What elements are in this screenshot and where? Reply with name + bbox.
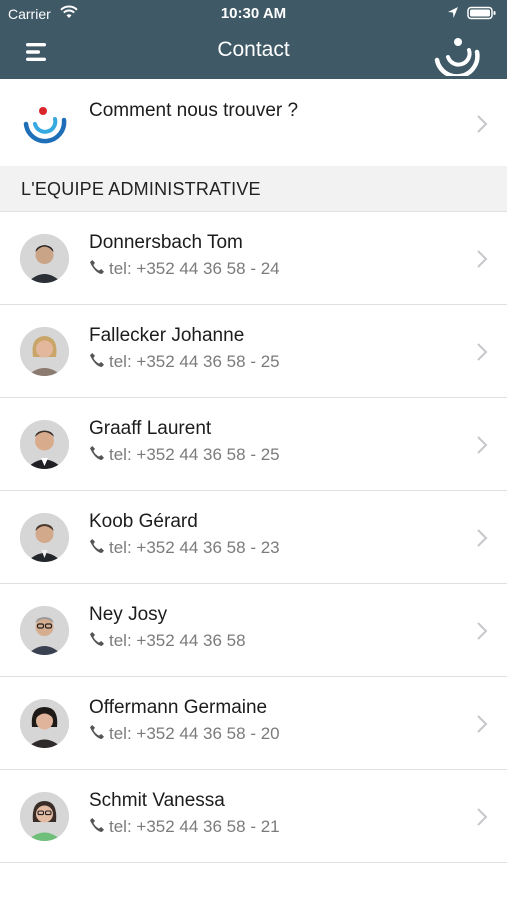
contact-name: Schmit Vanessa (89, 790, 225, 811)
contact-phone[interactable]: tel: +352 44 36 58 - 25 (89, 445, 280, 465)
phone-icon (90, 632, 104, 646)
contact-phone-text: tel: +352 44 36 58 (109, 631, 246, 650)
contact-phone-text: tel: +352 44 36 58 - 25 (109, 445, 280, 464)
section-title: L'EQUIPE ADMINISTRATIVE (21, 179, 261, 199)
contact-phone[interactable]: tel: +352 44 36 58 - 20 (89, 724, 280, 744)
chevron-right-icon (477, 436, 488, 454)
avatar (20, 327, 69, 376)
phone-icon (90, 353, 104, 367)
navigation-bar: Carrier 10:30 AM Contact (0, 0, 507, 79)
contact-row[interactable]: Graaff Laurent tel: +352 44 36 58 - 25 (0, 398, 507, 491)
contact-name: Offermann Germaine (89, 697, 268, 718)
avatar (20, 792, 69, 841)
chevron-right-icon (477, 808, 488, 826)
contact-phone[interactable]: tel: +352 44 36 58 - 21 (89, 817, 280, 837)
contact-name: Graaff Laurent (89, 418, 212, 439)
contact-name: Donnersbach Tom (89, 232, 243, 253)
contact-row[interactable]: Schmit Vanessa tel: +352 44 36 58 - 21 (0, 770, 507, 863)
logo-icon (23, 107, 67, 144)
section-header: L'EQUIPE ADMINISTRATIVE (0, 166, 507, 212)
phone-icon (90, 260, 104, 274)
location-list-item[interactable]: Comment nous trouver ? (0, 79, 507, 167)
avatar (20, 420, 69, 469)
contact-name: Koob Gérard (89, 511, 198, 532)
contact-phone[interactable]: tel: +352 44 36 58 - 23 (89, 538, 280, 558)
status-bar: Carrier 10:30 AM (0, 0, 507, 28)
contact-phone-text: tel: +352 44 36 58 - 20 (109, 724, 280, 743)
contact-name: Ney Josy (89, 604, 168, 625)
chevron-right-icon (477, 115, 488, 133)
contact-row[interactable]: Offermann Germaine tel: +352 44 36 58 - … (0, 677, 507, 770)
contact-name: Fallecker Johanne (89, 325, 245, 346)
avatar (20, 699, 69, 748)
phone-icon (90, 725, 104, 739)
chevron-right-icon (477, 622, 488, 640)
contact-phone-text: tel: +352 44 36 58 - 24 (109, 259, 280, 278)
chevron-right-icon (477, 715, 488, 733)
contact-phone[interactable]: tel: +352 44 36 58 - 25 (89, 352, 280, 372)
avatar (20, 606, 69, 655)
phone-icon (90, 818, 104, 832)
contact-phone-text: tel: +352 44 36 58 - 23 (109, 538, 280, 557)
avatar (20, 234, 69, 283)
contact-row[interactable]: Ney Josy tel: +352 44 36 58 (0, 584, 507, 677)
contact-phone-text: tel: +352 44 36 58 - 21 (109, 817, 280, 836)
status-time: 10:30 AM (220, 5, 287, 22)
avatar (20, 513, 69, 562)
phone-icon (90, 446, 104, 460)
chevron-right-icon (477, 250, 488, 268)
chevron-right-icon (477, 343, 488, 361)
battery-icon (467, 6, 496, 20)
chevron-right-icon (477, 529, 488, 547)
location-arrow-icon (448, 7, 458, 18)
contact-phone-text: tel: +352 44 36 58 - 25 (109, 352, 280, 371)
contact-phone[interactable]: tel: +352 44 36 58 (89, 631, 246, 651)
location-label: Comment nous trouver ? (89, 100, 299, 121)
contact-row[interactable]: Donnersbach Tom tel: +352 44 36 58 - 24 (0, 212, 507, 305)
contact-phone[interactable]: tel: +352 44 36 58 - 24 (89, 259, 280, 279)
contact-row[interactable]: Fallecker Johanne tel: +352 44 36 58 - 2… (0, 305, 507, 398)
logo-icon[interactable] (431, 30, 483, 76)
phone-icon (90, 539, 104, 553)
contact-row[interactable]: Koob Gérard tel: +352 44 36 58 - 23 (0, 491, 507, 584)
